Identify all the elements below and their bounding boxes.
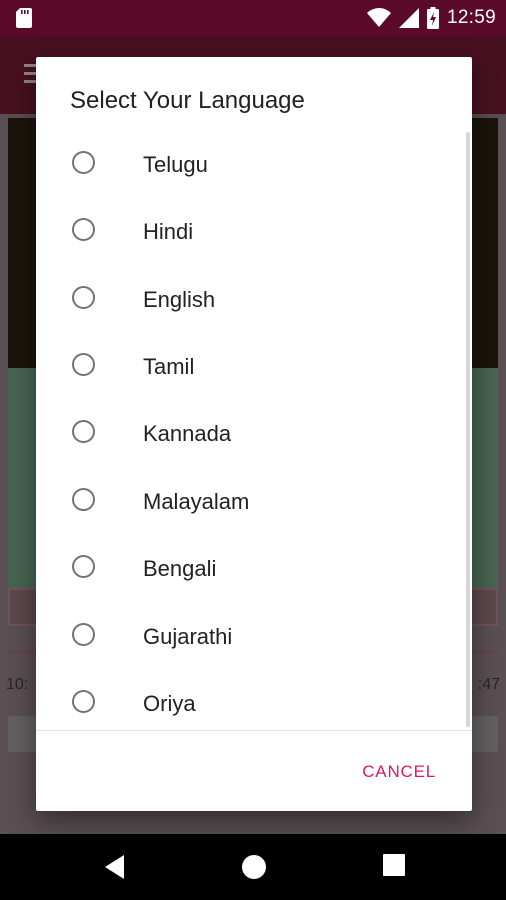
option-label: Gujarathi	[143, 624, 233, 649]
back-icon[interactable]	[104, 854, 126, 880]
radio-button[interactable]	[72, 286, 95, 309]
language-option-gujarathi[interactable]: Gujarathi	[36, 604, 466, 671]
language-option-malayalam[interactable]: Malayalam	[36, 469, 466, 536]
radio-button[interactable]	[72, 690, 95, 713]
recents-icon[interactable]	[383, 854, 405, 876]
radio-button[interactable]	[72, 623, 95, 646]
sd-card-icon	[16, 8, 32, 28]
language-option-oriya[interactable]: Oriya	[36, 671, 466, 727]
radio-button[interactable]	[72, 218, 95, 241]
radio-button[interactable]	[72, 420, 95, 443]
radio-button[interactable]	[72, 151, 95, 174]
home-icon[interactable]	[241, 854, 267, 880]
language-option-english[interactable]: English	[36, 267, 466, 334]
option-label: Telugu	[143, 152, 208, 177]
wifi-icon	[366, 8, 391, 27]
battery-charging-icon	[426, 7, 439, 29]
language-dialog: Select Your Language Telugu Hindi Englis…	[36, 57, 472, 811]
signal-icon	[398, 8, 419, 28]
language-option-hindi[interactable]: Hindi	[36, 199, 466, 266]
option-label: Oriya	[143, 691, 196, 716]
cancel-button[interactable]: CANCEL	[362, 762, 436, 782]
language-option-kannada[interactable]: Kannada	[36, 401, 466, 468]
option-label: Tamil	[143, 354, 195, 379]
option-label: English	[143, 287, 216, 312]
dialog-divider	[36, 730, 472, 731]
option-label: Bengali	[143, 556, 217, 581]
option-label: Kannada	[143, 421, 232, 446]
language-options-list[interactable]: Telugu Hindi English Tamil Kannada Malay…	[36, 132, 472, 727]
status-time: 12:59	[446, 7, 496, 28]
list-scrollbar[interactable]	[466, 132, 470, 727]
dialog-title: Select Your Language	[70, 87, 305, 114]
language-option-tamil[interactable]: Tamil	[36, 334, 466, 401]
language-option-telugu[interactable]: Telugu	[36, 132, 466, 199]
navigation-bar	[0, 834, 506, 900]
radio-button[interactable]	[72, 488, 95, 511]
option-label: Hindi	[143, 219, 194, 244]
radio-button[interactable]	[72, 555, 95, 578]
status-bar: 12:59	[0, 0, 506, 36]
language-option-bengali[interactable]: Bengali	[36, 536, 466, 603]
radio-button[interactable]	[72, 353, 95, 376]
option-label: Malayalam	[143, 489, 250, 514]
